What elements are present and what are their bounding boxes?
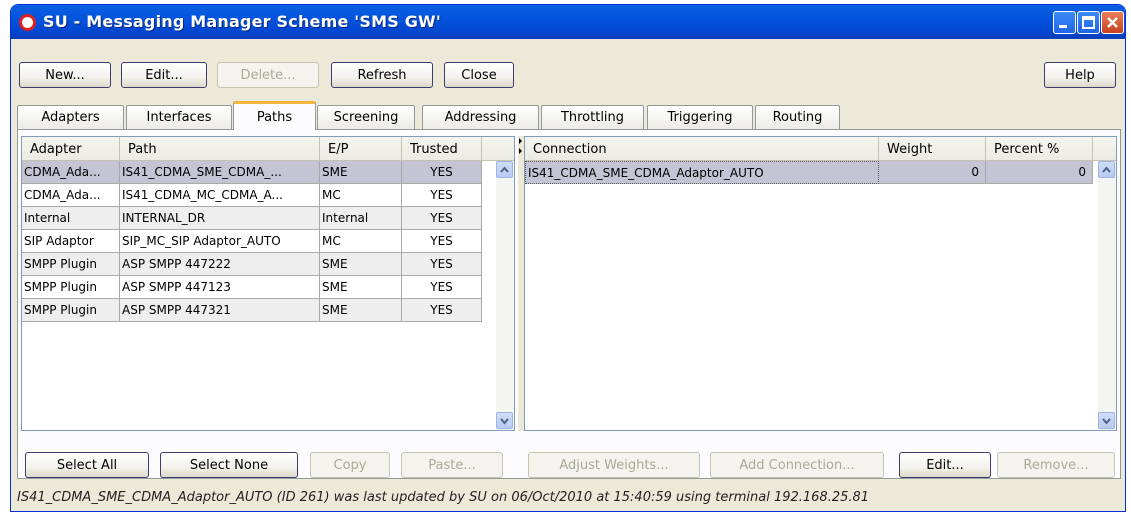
close-button[interactable]: Close	[444, 62, 514, 88]
minimize-button[interactable]	[1053, 11, 1076, 34]
column-header-ep[interactable]: E/P	[320, 137, 402, 161]
cell-ep: SME	[320, 161, 402, 184]
connections-table: Connection Weight Percent % IS41_CDMA_SM…	[524, 136, 1117, 431]
app-icon	[19, 14, 36, 31]
cell-trusted: YES	[402, 230, 482, 253]
close-icon	[1107, 17, 1118, 28]
connections-table-header: Connection Weight Percent %	[525, 137, 1116, 161]
remove-connection-button[interactable]: Remove...	[997, 452, 1115, 478]
delete-button[interactable]: Delete...	[217, 62, 319, 88]
cell-path: ASP SMPP 447123	[120, 276, 320, 299]
cell-weight: 0	[879, 161, 986, 184]
cell-adapter: CDMA_Ada...	[22, 161, 120, 184]
cell-ep: SME	[320, 276, 402, 299]
column-header-path[interactable]: Path	[120, 137, 320, 161]
cell-adapter: Internal	[22, 207, 120, 230]
help-button[interactable]: Help	[1044, 62, 1116, 88]
connections-vertical-scrollbar[interactable]	[1098, 161, 1116, 430]
cell-adapter: SMPP Plugin	[22, 253, 120, 276]
column-header-trusted[interactable]: Trusted	[402, 137, 482, 161]
cell-path: IS41_CDMA_SME_CDMA_...	[120, 161, 320, 184]
cell-trusted: YES	[402, 276, 482, 299]
tab-interfaces[interactable]: Interfaces	[126, 105, 232, 129]
copy-button[interactable]: Copy	[310, 452, 390, 478]
tab-addressing[interactable]: Addressing	[422, 105, 539, 129]
tab-throttling[interactable]: Throttling	[541, 105, 644, 129]
paste-button[interactable]: Paste...	[401, 452, 503, 478]
cell-percent: 0	[986, 161, 1093, 184]
column-header-connection[interactable]: Connection	[525, 137, 879, 161]
cell-path: INTERNAL_DR	[120, 207, 320, 230]
tab-screening[interactable]: Screening	[317, 105, 415, 129]
window-title: SU - Messaging Manager Scheme 'SMS GW'	[43, 12, 441, 31]
cell-ep: MC	[320, 230, 402, 253]
chevron-down-icon	[500, 418, 509, 425]
new-button[interactable]: New...	[19, 62, 111, 88]
column-header-weight[interactable]: Weight	[879, 137, 986, 161]
tab-triggering[interactable]: Triggering	[647, 105, 753, 129]
cell-path: ASP SMPP 447321	[120, 299, 320, 322]
chevron-up-icon	[1102, 166, 1111, 173]
cell-adapter: CDMA_Ada...	[22, 184, 120, 207]
chevron-down-icon	[1102, 418, 1111, 425]
cell-adapter: SIP Adaptor	[22, 230, 120, 253]
scroll-down-button[interactable]	[1098, 412, 1115, 429]
cell-trusted: YES	[402, 184, 482, 207]
column-header-percent[interactable]: Percent %	[986, 137, 1093, 161]
cell-path: SIP_MC_SIP Adaptor_AUTO	[120, 230, 320, 253]
adjust-weights-button[interactable]: Adjust Weights...	[528, 452, 700, 478]
cell-path: ASP SMPP 447222	[120, 253, 320, 276]
select-none-button[interactable]: Select None	[160, 452, 298, 478]
cell-ep: MC	[320, 184, 402, 207]
cell-adapter: SMPP Plugin	[22, 299, 120, 322]
cell-ep: Internal	[320, 207, 402, 230]
paths-table: Adapter Path E/P Trusted CDMA_Ada... IS4…	[21, 136, 515, 431]
tab-routing[interactable]: Routing	[755, 105, 840, 129]
status-bar: IS41_CDMA_SME_CDMA_Adaptor_AUTO (ID 261)…	[17, 489, 870, 505]
cell-ep: SME	[320, 253, 402, 276]
cell-adapter: SMPP Plugin	[22, 276, 120, 299]
edit-button[interactable]: Edit...	[121, 62, 207, 88]
tab-paths[interactable]: Paths	[233, 101, 316, 130]
edit-connection-button[interactable]: Edit...	[899, 452, 991, 478]
column-header-adapter[interactable]: Adapter	[22, 137, 120, 161]
chevron-up-icon	[500, 166, 509, 173]
title-bar[interactable]: SU - Messaging Manager Scheme 'SMS GW'	[11, 5, 1125, 39]
refresh-button[interactable]: Refresh	[331, 62, 433, 88]
messaging-manager-window: SU - Messaging Manager Scheme 'SMS GW' N…	[10, 4, 1126, 512]
scroll-down-button[interactable]	[496, 412, 513, 429]
scroll-up-button[interactable]	[1098, 161, 1115, 178]
cell-ep: SME	[320, 299, 402, 322]
cell-path: IS41_CDMA_MC_CDMA_A...	[120, 184, 320, 207]
cell-connection: IS41_CDMA_SME_CDMA_Adaptor_AUTO	[525, 161, 879, 184]
cell-trusted: YES	[402, 161, 482, 184]
paths-vertical-scrollbar[interactable]	[496, 161, 514, 430]
paths-table-header: Adapter Path E/P Trusted	[22, 137, 514, 161]
select-all-button[interactable]: Select All	[25, 452, 149, 478]
close-window-button[interactable]	[1101, 11, 1124, 34]
cell-trusted: YES	[402, 299, 482, 322]
scroll-up-button[interactable]	[496, 161, 513, 178]
cell-trusted: YES	[402, 253, 482, 276]
maximize-button[interactable]	[1077, 11, 1100, 34]
minimize-icon	[1059, 25, 1067, 28]
maximize-icon	[1082, 16, 1095, 29]
add-connection-button[interactable]: Add Connection...	[710, 452, 884, 478]
tab-adapters[interactable]: Adapters	[17, 105, 124, 129]
cell-trusted: YES	[402, 207, 482, 230]
